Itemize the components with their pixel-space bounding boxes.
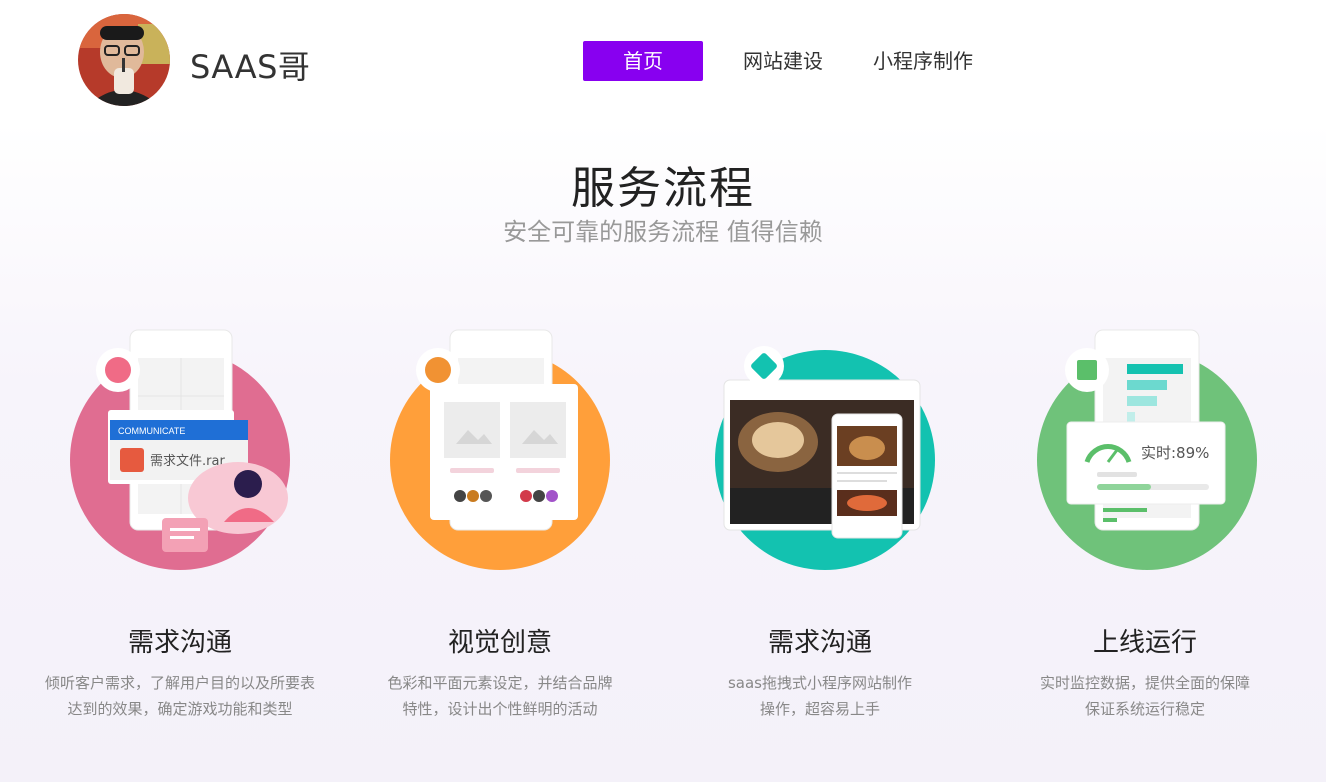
- avatar-photo-icon: [78, 14, 170, 106]
- step-title: 视觉创意: [447, 628, 552, 658]
- step-title: 上线运行: [1092, 628, 1197, 658]
- step-card-communicate: COMMUNICATE 需求文件.rar 需求沟通 倾听客户需求，了解用户目的以…: [30, 322, 330, 762]
- nav-item-home[interactable]: 首页: [583, 41, 703, 81]
- step-desc-line: 达到的效果，确定游戏功能和类型: [67, 700, 293, 718]
- communicate-illustration: COMMUNICATE 需求文件.rar: [70, 329, 290, 570]
- visual-illustration: [390, 329, 610, 570]
- brand-name[interactable]: SAAS哥: [190, 42, 310, 88]
- step-desc-line: 操作，超容易上手: [759, 700, 880, 718]
- communicate-label: COMMUNICATE: [118, 426, 185, 436]
- step-desc-line: 保证系统运行稳定: [1084, 700, 1205, 718]
- avatar[interactable]: [78, 14, 170, 106]
- service-process-section: 服务流程 安全可靠的服务流程 值得信赖 COMMUNICATE 需求文件.rar: [0, 122, 1326, 782]
- step-desc-line: 倾听客户需求，了解用户目的以及所要表: [44, 674, 315, 692]
- step-title: 需求沟通: [767, 628, 872, 658]
- realtime-gauge-text: 实时:89%: [1141, 444, 1209, 462]
- step-description: saas拖拽式小程序网站制作 操作，超容易上手: [650, 670, 990, 722]
- step-card-launch: 实时:89% 上线运行 实时监控数据，提供全面的保障 保证系统运行稳定: [995, 322, 1295, 762]
- step-description: 色彩和平面元素设定，并结合品牌 特性，设计出个性鲜明的活动: [330, 670, 670, 722]
- step-desc-line: 特性，设计出个性鲜明的活动: [402, 700, 598, 718]
- build-illustration: [715, 346, 935, 570]
- step-desc-line: saas拖拽式小程序网站制作: [727, 674, 912, 692]
- nav-item-miniprogram[interactable]: 小程序制作: [873, 41, 973, 81]
- step-description: 倾听客户需求，了解用户目的以及所要表 达到的效果，确定游戏功能和类型: [10, 670, 350, 722]
- site-header: SAAS哥 首页 网站建设 小程序制作: [0, 0, 1326, 122]
- nav-item-website-building[interactable]: 网站建设: [743, 41, 823, 81]
- step-card-visual: 视觉创意 色彩和平面元素设定，并结合品牌 特性，设计出个性鲜明的活动: [350, 322, 650, 762]
- step-title: 需求沟通: [127, 628, 232, 658]
- step-card-build: 需求沟通 saas拖拽式小程序网站制作 操作，超容易上手: [670, 322, 970, 762]
- step-description: 实时监控数据，提供全面的保障 保证系统运行稳定: [975, 670, 1315, 722]
- step-desc-line: 色彩和平面元素设定，并结合品牌: [387, 674, 613, 692]
- section-title: 服务流程: [571, 163, 755, 214]
- section-subtitle: 安全可靠的服务流程 值得信赖: [503, 218, 823, 246]
- launch-illustration: 实时:89%: [1037, 329, 1257, 570]
- step-desc-line: 实时监控数据，提供全面的保障: [1039, 674, 1250, 692]
